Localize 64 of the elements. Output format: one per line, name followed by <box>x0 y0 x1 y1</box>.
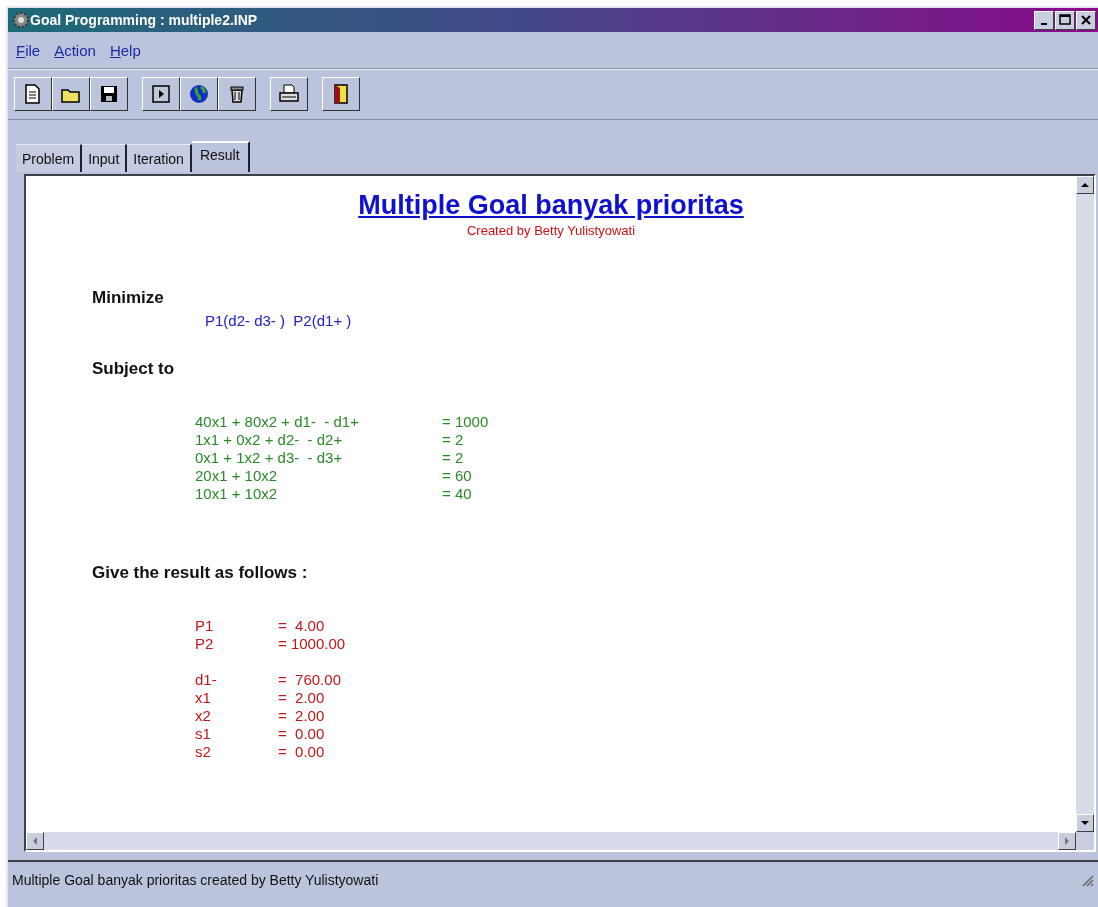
globe-button[interactable] <box>180 77 218 111</box>
open-folder-button[interactable] <box>52 77 90 111</box>
globe-icon <box>187 82 211 106</box>
section-heading: Subject to <box>92 359 176 379</box>
variable-name: x2 <box>195 707 212 725</box>
horizontal-scrollbar[interactable] <box>26 832 1076 850</box>
run-button[interactable] <box>142 77 180 111</box>
resize-grip-icon[interactable] <box>1080 873 1094 887</box>
variable-value: = 760.00 <box>278 671 341 689</box>
variable-name: P1 <box>195 617 215 635</box>
variable-name: s2 <box>195 743 212 761</box>
variable-name: x1 <box>195 689 212 707</box>
maximize-icon <box>1058 13 1072 27</box>
variable-value: = 2.00 <box>278 689 325 707</box>
variable-value: = 4.00 <box>278 617 325 635</box>
vertical-scrollbar[interactable] <box>1076 176 1094 832</box>
new-file-button[interactable] <box>14 77 52 111</box>
document-title: Multiple Goal banyak prioritas <box>357 190 745 221</box>
constraint-value: = 2 <box>442 431 464 449</box>
tab[interactable]: Input <box>82 144 128 172</box>
document-subtitle: Created by Betty Yulistyowati <box>465 223 637 238</box>
window-title: Goal Programming : multiple2.INP <box>30 12 259 28</box>
variable-value: = 0.00 <box>278 725 325 743</box>
constraint-expression: 0x1 + 1x2 + d3- - d3+ <box>195 449 344 467</box>
variable-name: s1 <box>195 725 212 743</box>
constraint-expression: 20x1 + 10x2 <box>195 467 279 485</box>
maximize-button[interactable] <box>1055 10 1075 30</box>
constraint-value: = 60 <box>442 467 472 485</box>
scroll-left-icon[interactable] <box>32 837 38 845</box>
close-icon <box>1079 13 1093 27</box>
constraint-expression: 10x1 + 10x2 <box>195 485 279 503</box>
scroll-right-icon[interactable] <box>1064 837 1070 845</box>
menu-item[interactable]: Action <box>54 41 96 59</box>
save-button[interactable] <box>90 77 128 111</box>
minimize-button[interactable] <box>1034 10 1054 30</box>
variable-name: P2 <box>195 635 215 653</box>
tab[interactable]: Iteration <box>127 144 192 172</box>
constraint-expression: 1x1 + 0x2 + d2- - d2+ <box>195 431 344 449</box>
scroll-down-icon[interactable] <box>1081 820 1089 826</box>
variable-value: = 2.00 <box>278 707 325 725</box>
minimize-icon <box>1041 22 1047 25</box>
gear-icon <box>12 11 30 29</box>
variable-name: d1- <box>195 671 218 689</box>
status-text: Multiple Goal banyak prioritas created by Betty Yulistyowati <box>12 872 380 888</box>
exit-door-button[interactable] <box>322 77 360 111</box>
section-heading: Minimize <box>92 288 165 308</box>
scrollbar-corner <box>1076 832 1094 850</box>
constraint-value: = 1000 <box>442 413 489 431</box>
menu-item[interactable]: File <box>16 41 41 59</box>
play-icon <box>149 82 173 106</box>
objective-function: P1(d2- d3- ) P2(d1+ ) <box>205 312 353 329</box>
close-button[interactable] <box>1076 10 1096 30</box>
menu-item[interactable]: Help <box>109 41 141 59</box>
variable-value: = 1000.00 <box>278 635 346 653</box>
variable-value: = 0.00 <box>278 743 325 761</box>
scroll-up-icon[interactable] <box>1081 182 1089 188</box>
constraint-expression: 40x1 + 80x2 + d1- - d1+ <box>195 413 360 431</box>
tab[interactable]: Problem <box>16 144 83 172</box>
print-button[interactable] <box>270 77 308 111</box>
constraint-value: = 2 <box>442 449 464 467</box>
tab[interactable]: Result <box>191 141 250 172</box>
section-heading: Give the result as follows : <box>92 563 309 583</box>
trash-button[interactable] <box>218 77 256 111</box>
constraint-value: = 40 <box>442 485 472 503</box>
